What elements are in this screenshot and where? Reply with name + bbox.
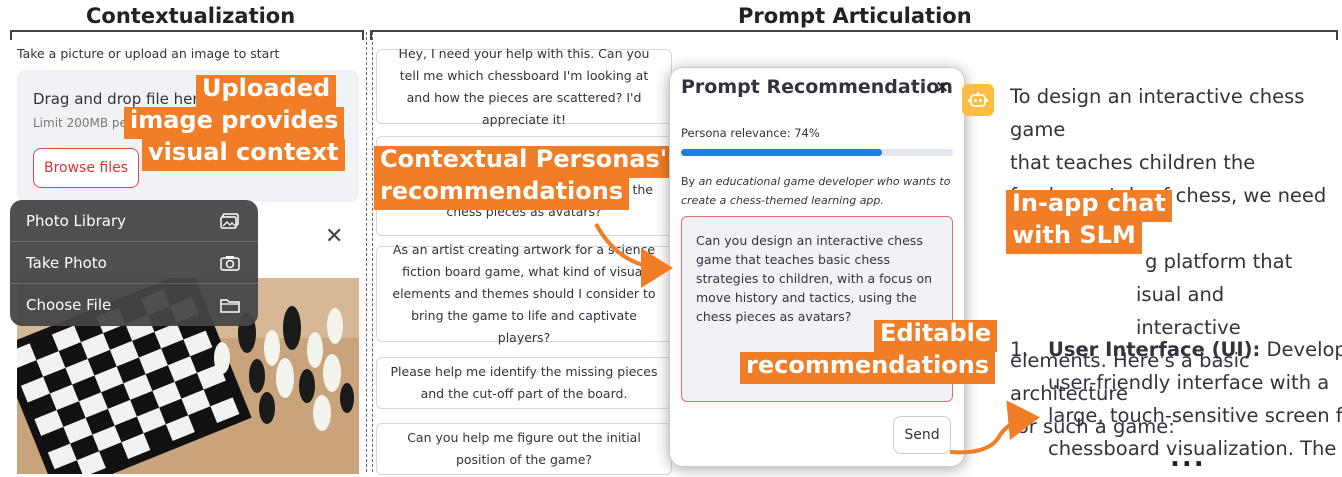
persona-desc-text: an educational game developer who wants … — [681, 175, 951, 207]
chat-line: large, touch-sensitive screen for — [1048, 404, 1342, 427]
prompt-card[interactable]: Hey, I need your help with this. Can you… — [376, 46, 672, 127]
chat-line: user-friendly interface with a — [1048, 371, 1330, 394]
divider-left — [366, 32, 367, 472]
prompt-card[interactable]: Please help me identify the missing piec… — [376, 357, 672, 409]
annotation-line: recommendations — [740, 352, 996, 384]
persona-description: By an educational game developer who wan… — [681, 172, 953, 210]
list-number: 1. — [1010, 338, 1029, 361]
chat-line: To design an interactive chess game — [1010, 85, 1305, 141]
section-title-contextualization: Contextualization — [86, 4, 296, 28]
dialog-close-icon[interactable]: × — [935, 77, 949, 97]
chat-line: that teaches children the — [1010, 151, 1256, 174]
recommendation-text: Can you design an interactive chess game… — [696, 233, 933, 324]
photo-library-icon — [220, 212, 240, 229]
prompt-card[interactable]: As an artist creating artwork for a scie… — [376, 242, 672, 345]
annotation-line: image provides — [124, 107, 345, 139]
menu-item-label: Choose File — [26, 296, 112, 314]
upload-caption: Take a picture or upload an image to sta… — [17, 46, 280, 61]
chat-ellipsis: ... — [1170, 443, 1206, 473]
photo-source-menu: Photo Library Take Photo Choose File — [10, 200, 258, 326]
prompt-card-text: Please help me identify the missing piec… — [390, 364, 658, 401]
section-bracket-left — [10, 30, 364, 40]
menu-item-take-photo[interactable]: Take Photo — [10, 242, 258, 284]
list-bold: User Interface (UI): — [1048, 338, 1261, 361]
drop-zone-limit: Limit 200MB pe — [33, 116, 127, 130]
camera-icon — [220, 255, 240, 271]
prompt-card-text: As an artist creating artwork for a scie… — [392, 242, 656, 345]
annotation-line: Uploaded — [196, 75, 337, 107]
menu-item-photo-library[interactable]: Photo Library — [10, 200, 258, 242]
annotation-editable-recommendations: Editable recommendations — [740, 320, 998, 384]
send-button[interactable]: Send — [893, 416, 951, 454]
annotation-line: with SLM — [1006, 222, 1142, 254]
menu-item-label: Take Photo — [26, 253, 107, 272]
persona-by: By — [681, 175, 696, 188]
prompt-card[interactable]: Can you help me figure out the initial p… — [376, 423, 672, 475]
menu-item-choose-file[interactable]: Choose File — [10, 284, 258, 326]
annotation-line: Editable — [874, 320, 998, 352]
prompt-card-text: Hey, I need your help with this. Can you… — [398, 45, 650, 127]
annotation-line: recommendations — [374, 178, 630, 210]
close-icon[interactable]: ✕ — [325, 224, 343, 249]
prompt-card-text: Can you help me figure out the initial p… — [407, 430, 641, 467]
persona-relevance-label: Persona relevance: 74% — [681, 126, 820, 140]
list-line: Develop a — [1266, 338, 1342, 361]
dialog-title: Prompt Recommendation — [681, 76, 953, 98]
annotation-in-app-chat: In-app chat with SLM — [1006, 190, 1172, 254]
persona-relevance-bar — [681, 149, 953, 156]
folder-icon — [220, 297, 240, 313]
bot-avatar-icon — [962, 84, 994, 116]
menu-item-label: Photo Library — [26, 211, 127, 230]
annotation-line: In-app chat — [1006, 190, 1172, 222]
annotation-contextual-personas: Contextual Personas' recommendations — [374, 146, 674, 210]
section-title-prompt-articulation: Prompt Articulation — [738, 4, 972, 28]
persona-relevance-fill — [681, 149, 883, 156]
section-bracket-right — [370, 30, 1338, 40]
annotation-line: Contextual Personas' — [374, 146, 674, 178]
prompt-recommendation-dialog: Prompt Recommendation × Persona relevanc… — [669, 67, 965, 467]
annotation-uploaded-image: Uploaded image provides visual context — [124, 75, 345, 171]
annotation-line: visual context — [142, 139, 345, 171]
divider-cards — [372, 32, 373, 472]
chat-line: User Interface (UI): Develop a — [1048, 333, 1342, 366]
